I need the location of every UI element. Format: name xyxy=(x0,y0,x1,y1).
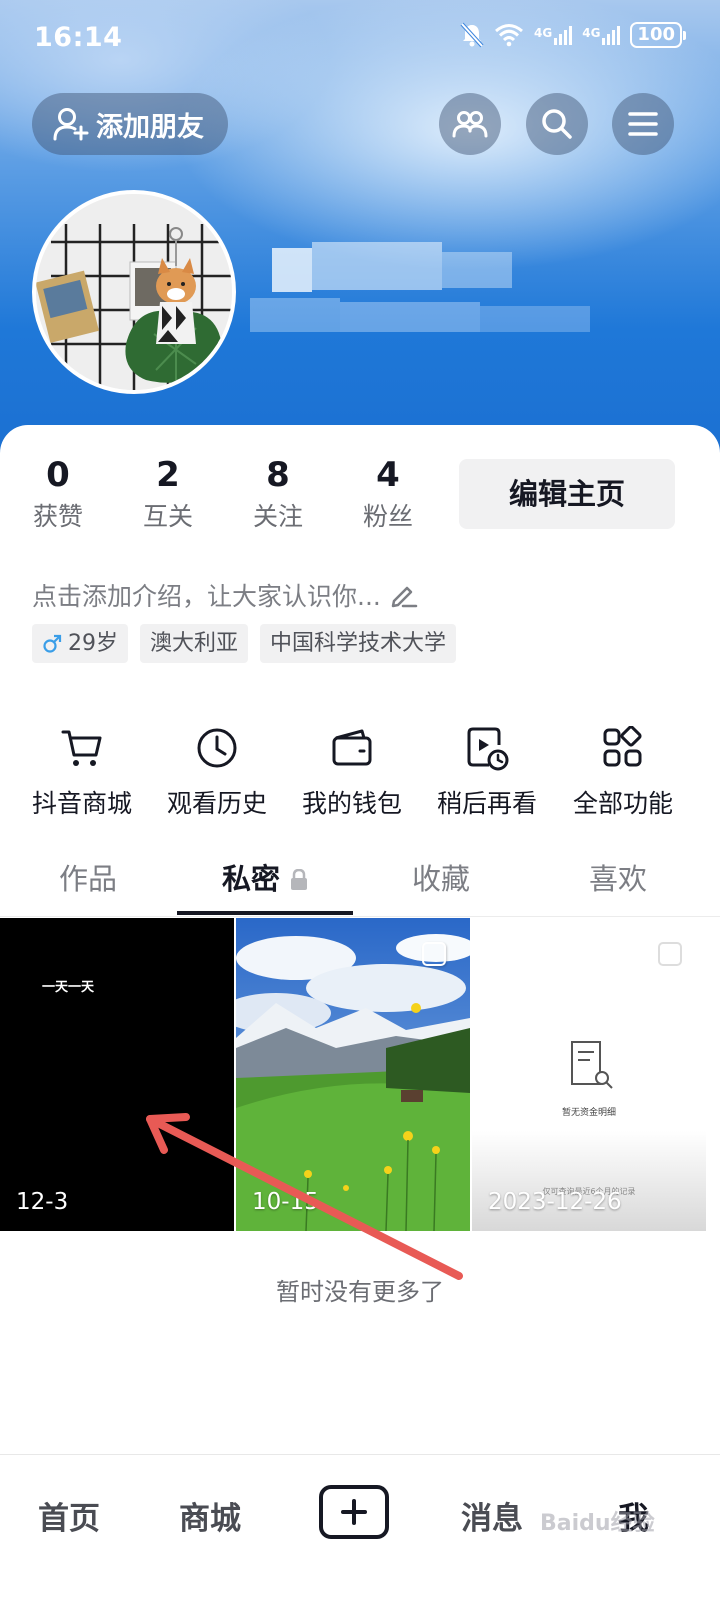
status-time: 16:14 xyxy=(34,22,123,53)
bio-add-intro[interactable]: 点击添加介绍，让大家认识你... xyxy=(32,577,419,613)
nav-home[interactable]: 首页 xyxy=(38,1493,100,1538)
search-button[interactable] xyxy=(526,93,588,155)
stat-label: 获赞 xyxy=(32,502,83,531)
edit-profile-button[interactable]: 编辑主页 xyxy=(459,459,675,529)
shortcut-label: 我的钱包 xyxy=(301,789,402,818)
watch-later-icon xyxy=(467,727,509,771)
stat-mutual[interactable]: 2 互关 xyxy=(128,455,208,533)
nav-mall[interactable]: 商城 xyxy=(179,1493,241,1538)
stat-number: 0 xyxy=(46,455,70,495)
status-bar: 16:14 4G 4G 100 xyxy=(0,0,720,76)
profile-tags: 29岁 澳大利亚 中国科学技术大学 xyxy=(32,624,457,663)
status-icons: 4G 4G 100 xyxy=(460,22,686,48)
active-tab-indicator xyxy=(177,911,353,915)
video-tile[interactable]: 暂无资金明细 仅可查询最近6个月的记录 2023-12-26 xyxy=(472,918,706,1231)
wifi-icon xyxy=(495,24,523,47)
tab-likes[interactable]: 喜欢 xyxy=(530,843,706,917)
stat-number: 8 xyxy=(266,455,290,495)
tab-private[interactable]: 私密 xyxy=(177,843,353,917)
nav-messages[interactable]: 消息 xyxy=(461,1493,523,1538)
grid-icon xyxy=(603,726,642,767)
tab-private-label: 私密 xyxy=(221,862,280,896)
tab-favorites[interactable]: 收藏 xyxy=(353,843,529,917)
video-tile[interactable]: 一天一天 12-3 xyxy=(0,918,234,1231)
signal-4g-icon: 4G xyxy=(534,25,573,45)
shortcut-mall[interactable]: 抖音商城 xyxy=(18,722,146,820)
create-button[interactable] xyxy=(319,1485,389,1539)
stat-label: 关注 xyxy=(252,502,303,531)
video-date: 2023-12-26 xyxy=(488,1189,622,1215)
select-checkbox[interactable] xyxy=(422,942,446,966)
mute-bell-icon xyxy=(460,22,484,48)
stat-followers[interactable]: 4 粉丝 xyxy=(348,455,428,533)
shortcut-all-features[interactable]: 全部功能 xyxy=(559,722,687,820)
avatar[interactable] xyxy=(32,190,236,394)
tag-age: 29岁 xyxy=(32,624,128,663)
shortcut-history[interactable]: 观看历史 xyxy=(153,722,281,820)
cart-icon xyxy=(61,730,102,766)
network-label: 4G xyxy=(534,25,553,40)
video-tile[interactable]: 10-15 xyxy=(236,918,470,1231)
stat-following[interactable]: 8 关注 xyxy=(238,455,318,533)
shortcut-label: 观看历史 xyxy=(166,789,267,818)
video-grid: 一天一天 12-3 10-15 暂无资金明细 仅可查询最近6个月的记录 2023… xyxy=(0,918,720,1231)
tab-works[interactable]: 作品 xyxy=(0,843,176,917)
add-user-icon xyxy=(53,108,89,141)
watermark: Baidu经验 xyxy=(540,1511,655,1536)
video-date: 12-3 xyxy=(16,1189,69,1215)
friends-button[interactable] xyxy=(439,93,501,155)
search-icon xyxy=(542,109,572,139)
shortcut-watch-later[interactable]: 稍后再看 xyxy=(423,722,551,820)
shortcut-label: 抖音商城 xyxy=(31,789,132,818)
tag-age-label: 29岁 xyxy=(68,631,118,656)
plus-icon xyxy=(341,1499,367,1525)
stat-likes[interactable]: 0 获赞 xyxy=(18,455,98,533)
video-overlay-text: 一天一天 xyxy=(42,980,95,995)
friends-icon xyxy=(452,111,488,138)
stat-label: 互关 xyxy=(142,502,193,531)
video-date: 10-15 xyxy=(252,1189,319,1215)
shortcut-label: 全部功能 xyxy=(572,789,673,818)
edit-pencil-icon xyxy=(391,586,418,608)
clock-icon xyxy=(197,728,237,768)
avatar-image xyxy=(36,194,232,390)
stat-number: 4 xyxy=(376,455,400,495)
network-label: 4G xyxy=(582,25,601,40)
add-friend-label: 添加朋友 xyxy=(96,111,204,143)
battery-indicator: 100 xyxy=(630,22,686,48)
shortcut-label: 稍后再看 xyxy=(436,789,537,818)
document-search-icon xyxy=(571,1041,613,1089)
content-tabs: 作品 私密 收藏 喜欢 xyxy=(0,843,720,917)
profile-header: 16:14 4G 4G 100 添加朋友 xyxy=(0,0,720,470)
empty-state-text: 暂无资金明细 xyxy=(561,1108,616,1118)
shortcut-wallet[interactable]: 我的钱包 xyxy=(288,722,416,820)
lock-icon xyxy=(291,868,308,890)
add-friend-button[interactable]: 添加朋友 xyxy=(32,93,228,155)
tag-location: 澳大利亚 xyxy=(140,624,249,663)
select-checkbox[interactable] xyxy=(658,942,682,966)
bottom-navigation: 首页 商城 消息 我 Baidu经验 xyxy=(0,1454,720,1600)
tag-school: 中国科学技术大学 xyxy=(260,624,457,663)
no-more-text: 暂时没有更多了 xyxy=(276,1278,444,1306)
male-gender-icon xyxy=(43,634,62,653)
signal-4g-icon: 4G xyxy=(582,25,621,45)
wallet-icon xyxy=(332,729,372,766)
menu-button[interactable] xyxy=(612,93,674,155)
stat-label: 粉丝 xyxy=(362,502,413,531)
bio-placeholder: 点击添加介绍，让大家认识你... xyxy=(32,582,381,611)
hamburger-menu-icon xyxy=(628,112,658,136)
stat-number: 2 xyxy=(156,455,180,495)
